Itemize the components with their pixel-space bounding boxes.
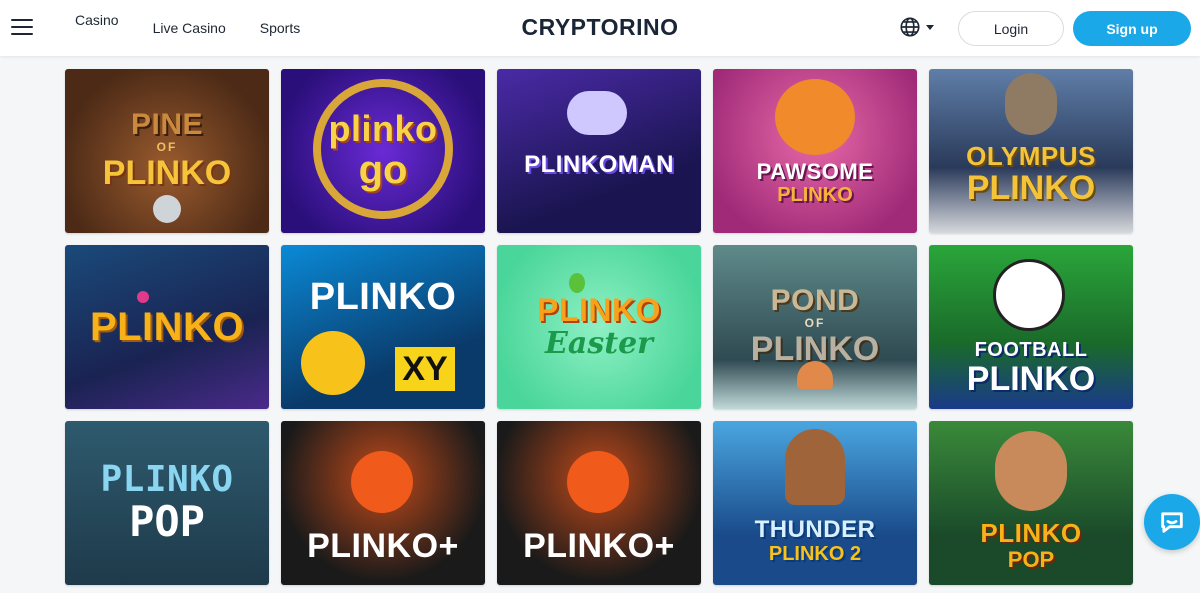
game-tile[interactable]: FOOTBALL PLINKO (929, 245, 1133, 409)
game-tile[interactable]: PINE OF PLINKO (65, 69, 269, 233)
nav-tab-casino[interactable]: Casino (58, 0, 136, 48)
game-tile[interactable]: PLINKO Easter (497, 245, 701, 409)
game-title-line2: PLINKO 2 (768, 542, 862, 565)
game-title: PLINKOMAN (524, 151, 674, 178)
game-title: PINE (130, 108, 204, 142)
game-title-line2: POP (1007, 547, 1055, 573)
game-tile[interactable]: PLINKO XY (281, 245, 485, 409)
game-title: PLINKO (89, 305, 245, 349)
game-title: PLINKO (980, 518, 1082, 549)
game-title: POND (770, 284, 860, 318)
signup-button[interactable]: Sign up (1073, 11, 1191, 46)
game-title-line2: PLINKO (966, 169, 1096, 208)
game-subtitle: OF (804, 316, 826, 331)
brand-logo[interactable]: CRYPTORINO (521, 14, 678, 40)
game-tile[interactable]: PLINKO+ (497, 421, 701, 585)
game-subtitle: OF (156, 140, 178, 155)
game-tile[interactable]: OLYMPUS PLINKO (929, 69, 1133, 233)
game-tile[interactable]: PLINKOMAN (497, 69, 701, 233)
game-title: PLINKO (100, 458, 234, 500)
game-title: plinko (328, 108, 438, 149)
nav-tab-live-casino[interactable]: Live Casino (136, 0, 243, 56)
hamburger-menu-icon[interactable] (11, 19, 33, 37)
game-title-line2: PLINKO (966, 360, 1096, 399)
main-nav: Casino Live Casino Sports (58, 0, 317, 56)
game-title: PAWSOME (756, 158, 874, 184)
nav-tab-sports[interactable]: Sports (243, 0, 317, 56)
game-tile[interactable]: PLINKO POP (65, 421, 269, 585)
game-title: PLINKO (309, 276, 457, 318)
game-tile[interactable]: PLINKO POP (929, 421, 1133, 585)
live-chat-button[interactable] (1144, 494, 1200, 550)
game-title: PLINKO+ (523, 527, 675, 565)
globe-icon (900, 17, 920, 37)
game-title: OLYMPUS (966, 141, 1096, 172)
game-tile[interactable]: THUNDER PLINKO 2 (713, 421, 917, 585)
chat-bubble-icon (1161, 512, 1183, 533)
game-tile[interactable]: PLINKO+ (281, 421, 485, 585)
game-title-line2: Easter (545, 326, 653, 362)
game-title-line2: XY (395, 347, 455, 391)
games-grid: PINE OF PLINKO plinko go PLINKOMAN PAWSO… (65, 69, 1133, 585)
login-button[interactable]: Login (958, 11, 1064, 46)
language-selector[interactable] (899, 16, 934, 38)
game-title-line2: go (358, 148, 408, 192)
game-tile[interactable]: plinko go (281, 69, 485, 233)
game-title-line2: PLINKO (777, 183, 853, 206)
game-tile[interactable]: POND OF PLINKO (713, 245, 917, 409)
game-title: THUNDER (754, 515, 876, 543)
game-title: PLINKO+ (307, 527, 459, 565)
game-title-line2: PLINKO (102, 154, 232, 193)
chevron-down-icon (926, 24, 934, 30)
game-title: PLINKO (537, 292, 661, 329)
game-tile[interactable]: PAWSOME PLINKO (713, 69, 917, 233)
game-title: FOOTBALL (974, 339, 1088, 362)
game-title-line2: POP (129, 496, 205, 546)
game-tile[interactable]: PLINKO (65, 245, 269, 409)
top-header: Casino Live Casino Sports CRYPTORINO Log… (0, 0, 1200, 56)
